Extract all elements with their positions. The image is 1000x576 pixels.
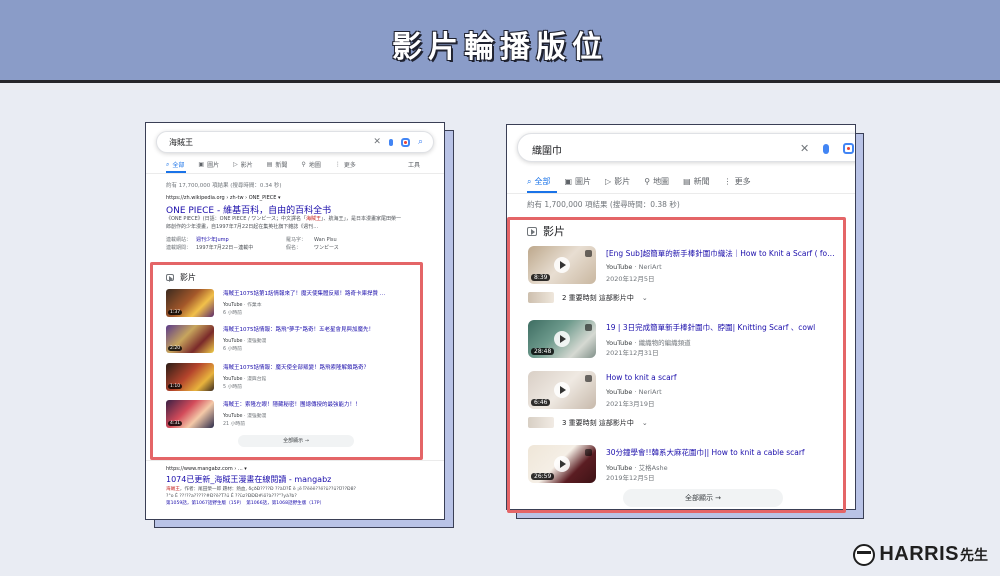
tab-map[interactable]: ⚲ 地圖 (301, 160, 320, 169)
result-snippet: 《ONE PIECE》(日語：ONE PIECE / ワンピース；中文譯名「海賊… (166, 216, 402, 230)
more-icon: ⋮ (723, 177, 732, 186)
news-icon: ▤ (683, 177, 691, 186)
tab-label: 地圖 (308, 162, 321, 169)
tab-label: 地圖 (653, 177, 670, 186)
logo-suffix: 先生 (960, 547, 988, 564)
tab-image[interactable]: ▣ 圖片 (564, 176, 591, 187)
more-icon: ⋮ (334, 161, 341, 168)
tab-news[interactable]: ▤ 新聞 (683, 176, 710, 187)
search-tabs: ⌕ 全部 ▣ 圖片 ▷ 影片 ⚲ 地圖 ▤ 新聞 ⋮ 更多 (527, 176, 751, 187)
tab-image[interactable]: ▣ 圖片 (198, 160, 219, 169)
result-url-2[interactable]: https://www.mangabz.com › ... ▾ (166, 466, 247, 472)
avatar-face-icon (853, 543, 876, 566)
tab-label: 影片 (240, 162, 253, 169)
search-query[interactable]: 織圍巾 (532, 142, 562, 157)
search-icon[interactable]: ⌕ (418, 137, 423, 147)
result-stats: 約有 1,700,000 項結果 (搜尋時間：0.38 秒) (527, 200, 680, 209)
tab-video[interactable]: ▷ 影片 (233, 160, 253, 169)
result-url[interactable]: https://zh.wikipedia.org › zh-tw › ONE_P… (166, 195, 280, 201)
tab-label: 圖片 (207, 162, 220, 169)
clear-icon[interactable]: ✕ (800, 142, 809, 155)
camera-icon[interactable] (843, 143, 855, 154)
section-divider (146, 460, 444, 461)
right-video-carousel-highlight (507, 217, 846, 513)
tab-label: 全部 (172, 162, 185, 169)
tabs-divider (507, 193, 855, 194)
harris-logo: HARRIS 先生 (853, 543, 988, 566)
tab-label: 新聞 (693, 177, 710, 186)
tab-search[interactable]: ⌕ 全部 (166, 160, 185, 170)
tab-label: 更多 (734, 177, 751, 186)
map-icon: ⚲ (301, 161, 306, 168)
tab-label: 全部 (534, 177, 551, 186)
video-icon: ▷ (233, 161, 238, 168)
search-icon: ⌕ (527, 176, 532, 186)
mic-icon[interactable] (823, 143, 830, 154)
fact-row-1: 連載網站： 週刊少年Jump 羅马字： Wan Pīsu (166, 237, 337, 243)
video-icon: ▷ (605, 177, 612, 186)
logo-text: HARRIS (879, 543, 959, 565)
page-banner: 影片輪播版位 (0, 0, 1000, 83)
result-title[interactable]: ONE PIECE - 維基百科，自由的百科全书 (166, 203, 331, 216)
fact-row-2: 連載期間： 1997年7月22日－連載中 假名： ワンピース (166, 245, 339, 251)
banner-title: 影片輪播版位 (392, 30, 608, 65)
tab-video[interactable]: ▷ 影片 (605, 176, 630, 187)
search-icon: ⌕ (166, 160, 170, 168)
image-icon: ▣ (198, 161, 205, 168)
tabs-divider (146, 173, 444, 174)
news-icon: ▤ (266, 161, 273, 168)
tab-more[interactable]: ⋮ 更多 (335, 160, 356, 169)
result-snippet-2: 海賊王，作者：尾田榮一郎 題材：熱血, δçðÐ????Ð ??àÜ?Ë ë ¡… (166, 487, 356, 507)
tab-label: 更多 (343, 162, 356, 169)
tools-button[interactable]: 工具 (408, 160, 420, 169)
tab-label: 新聞 (275, 162, 288, 169)
tab-search[interactable]: ⌕ 全部 (527, 176, 550, 187)
tab-more[interactable]: ⋮ 更多 (724, 176, 751, 187)
result-title-2[interactable]: 1074已更新_海賊王漫畫在線閱讀 - mangabz (166, 474, 331, 485)
tab-news[interactable]: ▤ 新聞 (267, 160, 288, 169)
result-stats: 約有 17,700,000 項結果 (搜尋時間：0.34 秒) (166, 183, 282, 189)
tab-label: 圖片 (575, 177, 592, 186)
search-tabs: ⌕ 全部 ▣ 圖片 ▷ 影片 ▤ 新聞 ⚲ 地圖 ⋮ 更多 (166, 160, 356, 170)
mic-icon[interactable] (388, 138, 393, 146)
clear-icon[interactable]: ✕ (373, 137, 381, 147)
tab-label: 影片 (614, 177, 631, 186)
search-bar[interactable]: 織圍巾 ✕ (517, 133, 855, 162)
tab-map[interactable]: ⚲ 地圖 (644, 176, 669, 187)
image-icon: ▣ (564, 177, 573, 186)
camera-icon[interactable] (400, 137, 410, 147)
search-query[interactable]: 海賊王 (169, 137, 193, 148)
left-video-carousel-highlight (150, 262, 423, 460)
map-icon: ⚲ (644, 177, 651, 186)
search-bar[interactable]: 海賊王 ✕ ⌕ (156, 131, 434, 153)
